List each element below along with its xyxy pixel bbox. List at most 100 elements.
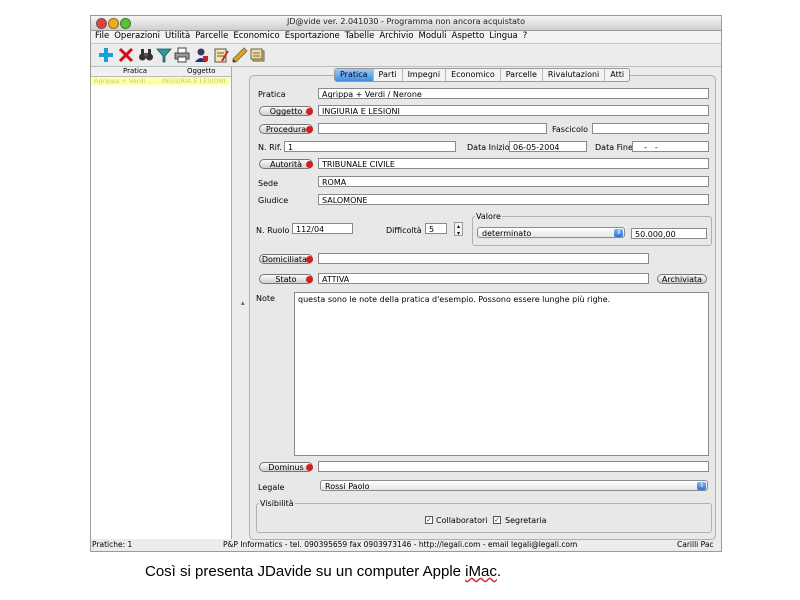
nruolo-label: N. Ruolo bbox=[256, 226, 290, 235]
segretaria-label: Segretaria bbox=[505, 516, 547, 525]
data-fine-field[interactable]: __-__-____ bbox=[632, 141, 709, 152]
collaboratori-checkbox[interactable]: ✓ bbox=[425, 516, 433, 524]
window-title: JD@vide ver. 2.041030 - Programma non an… bbox=[287, 17, 525, 26]
select-arrows-icon: ⇕ bbox=[697, 482, 706, 490]
app-window: JD@vide ver. 2.041030 - Programma non an… bbox=[90, 15, 722, 552]
difficolta-label: Difficoltà bbox=[386, 226, 422, 235]
note-label: Note bbox=[256, 294, 275, 303]
oggetto-button-label: Oggetto bbox=[269, 107, 303, 116]
caption-end: . bbox=[496, 563, 502, 580]
visibilita-label: Visibilità bbox=[259, 499, 295, 508]
tab-parti[interactable]: Parti bbox=[374, 69, 403, 81]
document-edit-icon[interactable] bbox=[212, 46, 230, 64]
valore-amount-field[interactable]: 50.000,00 bbox=[631, 228, 707, 239]
tab-atti[interactable]: Atti bbox=[605, 69, 629, 81]
stato-field[interactable]: ATTIVA bbox=[318, 273, 649, 284]
pen-icon[interactable] bbox=[231, 46, 249, 64]
binoculars-icon[interactable] bbox=[137, 46, 155, 64]
toolbar bbox=[91, 44, 721, 67]
sede-field[interactable]: ROMA bbox=[318, 176, 709, 187]
menu-aspetto[interactable]: Aspetto bbox=[452, 31, 485, 41]
menu-esportazione[interactable]: Esportazione bbox=[285, 31, 340, 41]
oggetto-field[interactable]: INGIURIA E LESIONI bbox=[318, 105, 709, 116]
menu-tabelle[interactable]: Tabelle bbox=[345, 31, 375, 41]
procedura-button[interactable]: Procedura bbox=[259, 124, 313, 134]
list-item[interactable]: Agrippa + Verdi ... INGIURIA E LESIONI bbox=[92, 77, 230, 85]
list-item-pratica: Agrippa + Verdi ... bbox=[94, 77, 154, 85]
data-inizio-label: Data Inizio bbox=[467, 143, 510, 152]
tab-parcelle[interactable]: Parcelle bbox=[501, 69, 543, 81]
pratica-label: Pratica bbox=[258, 90, 286, 99]
valore-type-select[interactable]: determinato ⇕ bbox=[477, 227, 625, 238]
export-icon[interactable] bbox=[249, 46, 267, 64]
column-header-pratica[interactable]: Pratica bbox=[123, 67, 147, 75]
tab-impegni[interactable]: Impegni bbox=[403, 69, 447, 81]
autorita-field[interactable]: TRIBUNALE CIVILE bbox=[318, 158, 709, 169]
data-fine-label: Data Fine bbox=[595, 143, 633, 152]
slide-caption: Così si presenta JDavide su un computer … bbox=[145, 563, 501, 580]
stato-button[interactable]: Stato bbox=[259, 274, 313, 284]
column-header-oggetto[interactable]: Oggetto bbox=[187, 67, 215, 75]
legale-select[interactable]: Rossi Paolo ⇕ bbox=[320, 480, 708, 491]
pratica-field[interactable]: Agrippa + Verdi / Nerone bbox=[318, 88, 709, 99]
caption-imac: iMac bbox=[465, 563, 497, 580]
list-item-oggetto: INGIURIA E LESIONI bbox=[162, 77, 226, 85]
dominus-button[interactable]: Dominus bbox=[259, 462, 313, 472]
procedura-field[interactable] bbox=[318, 123, 547, 134]
menu-archivio[interactable]: Archivio bbox=[379, 31, 413, 41]
status-contact: P&P Informatics - tel. 090395659 fax 090… bbox=[223, 540, 578, 549]
stato-button-label: Stato bbox=[275, 275, 297, 284]
domiciliatario-button-label: Domiciliatar bbox=[261, 255, 311, 264]
tab-bar: Pratica Parti Impegni Economico Parcelle… bbox=[334, 68, 631, 82]
segretaria-checkbox[interactable]: ✓ bbox=[493, 516, 501, 524]
data-inizio-field[interactable]: 06-05-2004 bbox=[509, 141, 587, 152]
menu-economico[interactable]: Economico bbox=[233, 31, 279, 41]
dominus-field[interactable] bbox=[318, 461, 709, 472]
nruolo-field[interactable]: 112/04 bbox=[292, 223, 353, 234]
tab-economico[interactable]: Economico bbox=[446, 69, 501, 81]
red-bullet-icon bbox=[306, 108, 313, 115]
title-bar: JD@vide ver. 2.041030 - Programma non an… bbox=[91, 16, 721, 31]
select-arrows-icon: ⇕ bbox=[614, 229, 623, 237]
user-icon[interactable] bbox=[192, 46, 210, 64]
fascicolo-field[interactable] bbox=[592, 123, 709, 134]
menu-operazioni[interactable]: Operazioni bbox=[114, 31, 160, 41]
menu-lingua[interactable]: Lingua bbox=[489, 31, 517, 41]
menu-help[interactable]: ? bbox=[523, 31, 528, 41]
menu-file[interactable]: File bbox=[95, 31, 109, 41]
archiviata-button[interactable]: Archiviata bbox=[657, 274, 707, 284]
oggetto-button[interactable]: Oggetto bbox=[259, 106, 313, 116]
add-icon[interactable] bbox=[97, 46, 115, 64]
giudice-field[interactable]: SALOMONE bbox=[318, 194, 709, 205]
splitter-handle[interactable]: ▴ bbox=[241, 299, 245, 307]
red-bullet-icon bbox=[306, 161, 313, 168]
sede-label: Sede bbox=[258, 179, 278, 188]
status-user: Carilli Pac bbox=[677, 540, 714, 549]
valore-label: Valore bbox=[475, 212, 502, 221]
legale-value: Rossi Paolo bbox=[325, 482, 370, 491]
tab-pratica[interactable]: Pratica bbox=[335, 69, 374, 81]
nrif-field[interactable]: 1 bbox=[284, 141, 456, 152]
legale-label: Legale bbox=[258, 483, 285, 492]
domiciliatario-field[interactable] bbox=[318, 253, 649, 264]
red-bullet-icon bbox=[306, 276, 313, 283]
difficolta-field[interactable]: 5 bbox=[425, 223, 447, 234]
menu-parcelle[interactable]: Parcelle bbox=[195, 31, 228, 41]
menu-bar: File Operazioni Utilità Parcelle Economico Es… bbox=[91, 31, 721, 44]
autorita-button[interactable]: Autorità bbox=[259, 159, 313, 169]
domiciliatario-button[interactable]: Domiciliatar bbox=[259, 254, 313, 264]
filter-icon[interactable] bbox=[155, 46, 173, 64]
delete-icon[interactable] bbox=[117, 46, 135, 64]
status-bar: Pratiche: 1 P&P Informatics - tel. 09039… bbox=[91, 539, 721, 550]
difficolta-stepper[interactable]: ▴ ▾ bbox=[454, 222, 463, 237]
caption-text: Così si presenta JDavide su un computer … bbox=[145, 563, 466, 580]
note-textarea[interactable]: questa sono le note della pratica d'esem… bbox=[294, 292, 709, 456]
collaboratori-label: Collaboratori bbox=[436, 516, 488, 525]
red-bullet-icon bbox=[306, 126, 313, 133]
list-header: Pratica Oggetto bbox=[91, 67, 231, 77]
tab-rivalutazioni[interactable]: Rivalutazioni bbox=[543, 69, 606, 81]
nrif-label: N. Rif. bbox=[258, 143, 282, 152]
print-icon[interactable] bbox=[173, 46, 191, 64]
menu-moduli[interactable]: Moduli bbox=[419, 31, 447, 41]
menu-utilita[interactable]: Utilità bbox=[165, 31, 190, 41]
